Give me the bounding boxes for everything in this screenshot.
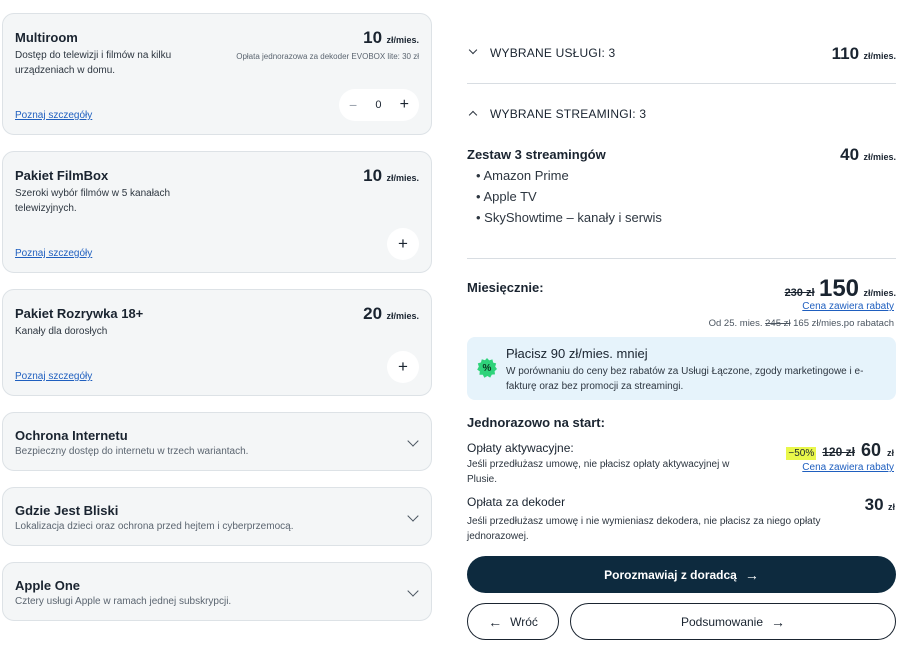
old-price: 120 zł — [822, 445, 855, 459]
price-unit: zł/mies. — [386, 311, 419, 321]
service-title: Pakiet FilmBox — [15, 168, 109, 183]
price-value: 10 — [363, 28, 383, 47]
quantity-value: 0 — [375, 99, 382, 111]
service-title: Apple One — [15, 578, 81, 593]
service-card-multiroom: Multiroom Dostęp do telewizji i filmów n… — [2, 13, 432, 135]
service-description: Cztery usługi Apple w ramach jednej subs… — [15, 596, 232, 607]
details-link[interactable]: Poznaj szczegóły — [15, 248, 92, 259]
service-price: 10 zł/mies. — [363, 166, 419, 186]
service-card-rozrywka: Pakiet Rozrywka 18+ Kanały dla dorosłych… — [2, 289, 432, 396]
price-unit: zł/mies. — [386, 173, 419, 183]
monthly-label: Miesięcznie: — [467, 280, 544, 295]
service-description: Dostęp do telewizji i filmów na kilku ur… — [15, 50, 172, 76]
activation-fee-title: Opłaty aktywacyjne: — [467, 441, 574, 455]
service-description: Lokalizacja dzieci oraz ochrona przed he… — [15, 521, 294, 532]
add-service-button[interactable]: + — [387, 351, 419, 383]
chevron-up-icon[interactable] — [468, 110, 478, 120]
price-value: 30 — [864, 495, 884, 514]
button-label: Porozmawiaj z doradcą — [604, 567, 737, 582]
discount-info-link[interactable]: Cena zawiera rabaty — [802, 462, 894, 473]
divider — [467, 83, 896, 84]
from-prefix: Od 25. mies. — [708, 318, 763, 329]
button-label: Wróć — [510, 614, 538, 629]
chevron-down-icon[interactable] — [468, 45, 478, 55]
service-card-gdzie-jest-bliski[interactable]: Gdzie Jest Bliski Lokalizacja dzieci ora… — [2, 487, 432, 546]
price-unit: zł/mies. — [863, 152, 896, 162]
service-description: Kanały dla dorosłych — [15, 326, 108, 337]
arrow-left-icon: ← — [488, 613, 503, 630]
discount-badge-icon: % — [477, 358, 497, 378]
service-title: Pakiet Rozrywka 18+ — [15, 306, 144, 321]
arrow-right-icon: → — [771, 613, 786, 630]
details-link[interactable]: Poznaj szczegóły — [15, 110, 92, 121]
chevron-down-icon[interactable] — [407, 435, 419, 447]
price-value: 10 — [363, 166, 383, 185]
streaming-item: • Amazon Prime — [476, 168, 569, 183]
service-card-ochrona-internetu[interactable]: Ochrona Internetu Bezpieczny dostęp do i… — [2, 412, 432, 471]
service-description: Bezpieczny dostęp do internetu w trzech … — [15, 446, 249, 457]
price-value: 20 — [363, 304, 383, 323]
streaming-item: • SkyShowtime – kanały i serwis — [476, 210, 662, 225]
increment-button[interactable]: + — [400, 96, 409, 114]
service-description: Szeroki wybór filmów w 5 kanałach telewi… — [15, 188, 171, 214]
service-price: 10 zł/mies. — [363, 28, 419, 48]
arrow-right-icon: → — [744, 566, 759, 583]
decoder-fee-title: Opłata za dekoder — [467, 495, 566, 509]
price-value: 40 — [840, 145, 860, 164]
summary-button[interactable]: Podsumowanie → — [570, 603, 896, 640]
service-title: Multiroom — [15, 30, 78, 45]
streaming-item: • Apple TV — [476, 189, 537, 204]
savings-title: Płacisz 90 zł/mies. mniej — [506, 346, 648, 361]
monthly-price: 230 zł 150 zł/mies. — [785, 275, 896, 303]
add-service-button[interactable]: + — [387, 228, 419, 260]
service-price: 20 zł/mies. — [363, 304, 419, 324]
price-value: 60 — [860, 440, 881, 460]
price-value: 110 — [831, 44, 860, 63]
price-unit: zł/mies. — [863, 51, 896, 61]
old-price: 230 zł — [784, 287, 815, 299]
from-suffix: 165 zł/mies.po rabatach — [793, 318, 894, 329]
savings-text: W porównaniu do ceny bez rabatów za Usłu… — [506, 366, 864, 392]
chevron-down-icon[interactable] — [407, 585, 419, 597]
price-unit: zł/mies. — [863, 288, 896, 298]
service-card-filmbox: Pakiet FilmBox Szeroki wybór filmów w 5 … — [2, 151, 432, 273]
selected-services-toggle[interactable]: WYBRANE USŁUGI: 3 — [490, 46, 615, 60]
selected-streamings-toggle[interactable]: WYBRANE STREAMINGI: 3 — [490, 107, 646, 121]
price-unit: zł — [886, 448, 894, 458]
button-label: Podsumowanie — [680, 614, 764, 629]
price-unit: zł/mies. — [386, 35, 419, 45]
consult-advisor-button[interactable]: Porozmawiaj z doradcą → — [467, 556, 896, 593]
activation-fee-price: −50% 120 zł 60 zł — [786, 440, 894, 461]
price-unit: zł — [887, 502, 895, 512]
service-card-apple-one[interactable]: Apple One Cztery usługi Apple w ramach j… — [2, 562, 432, 621]
streaming-bundle-title: Zestaw 3 streamingów — [467, 147, 606, 162]
discount-highlight: −50% — [786, 447, 817, 460]
service-title: Ochrona Internetu — [15, 428, 128, 443]
selected-services-price: 110 zł/mies. — [832, 44, 896, 64]
decoder-fee-note: Opłata jednorazowa za dekoder EVOBOX lit… — [236, 52, 419, 61]
decoder-fee-text: Jeśli przedłużasz umowę i nie wymieniasz… — [467, 516, 821, 542]
service-title: Gdzie Jest Bliski — [15, 503, 119, 518]
quantity-stepper: − 0 + — [339, 89, 419, 121]
chevron-down-icon[interactable] — [407, 510, 419, 522]
from-old-price: 245 zł — [765, 318, 791, 329]
price-from-month-25: Od 25. mies. 245 zł 165 zł/mies.po rabat… — [709, 318, 894, 329]
divider — [467, 258, 896, 259]
back-button[interactable]: ← Wróć — [467, 603, 559, 640]
activation-fee-text: Jeśli przedłużasz umowę, nie płacisz opł… — [467, 459, 730, 485]
decrement-button[interactable]: − — [349, 97, 357, 113]
streaming-bundle-price: 40 zł/mies. — [840, 145, 896, 165]
details-link[interactable]: Poznaj szczegóły — [15, 371, 92, 382]
one-time-label: Jednorazowo na start: — [467, 415, 605, 430]
savings-info-box: % Płacisz 90 zł/mies. mniej W porównaniu… — [467, 337, 896, 400]
discount-info-link[interactable]: Cena zawiera rabaty — [802, 301, 894, 312]
decoder-fee-price: 30 zł — [865, 495, 895, 515]
price-value: 150 — [818, 275, 860, 302]
